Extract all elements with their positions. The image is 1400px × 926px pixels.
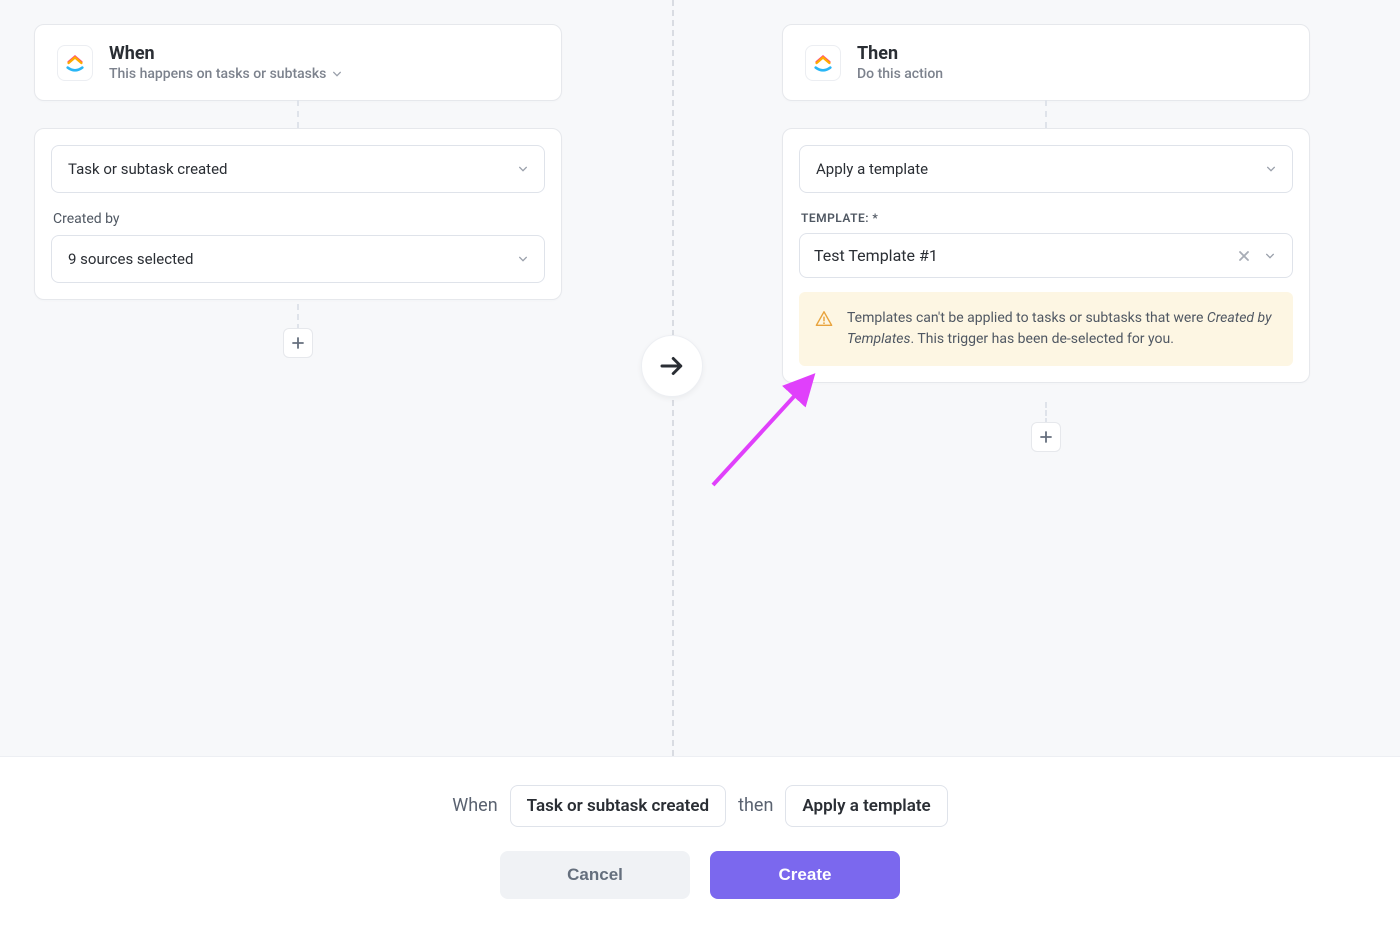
summary-when-label: When: [452, 795, 497, 816]
when-body-card: Task or subtask created Created by 9 sou…: [34, 128, 562, 300]
when-subtitle: This happens on tasks or subtasks: [109, 66, 326, 82]
then-title: Then: [857, 43, 943, 64]
warning-text-before: Templates can't be applied to tasks or s…: [847, 310, 1207, 326]
app-logo-icon: [57, 45, 93, 81]
chevron-down-icon: [1265, 251, 1275, 261]
connector-line: [1045, 402, 1047, 424]
created-by-value: 9 sources selected: [68, 250, 193, 268]
summary-then-pill[interactable]: Apply a template: [785, 785, 947, 827]
when-title: When: [109, 43, 342, 64]
connector-line: [297, 304, 299, 330]
chevron-down-icon: [518, 254, 528, 264]
chevron-down-icon: [332, 69, 342, 79]
created-by-select[interactable]: 9 sources selected: [51, 235, 545, 283]
template-label: TEMPLATE: *: [801, 211, 1293, 225]
add-condition-button[interactable]: [283, 328, 313, 358]
summary-when-pill[interactable]: Task or subtask created: [510, 785, 726, 827]
when-header-card: When This happens on tasks or subtasks: [34, 24, 562, 101]
then-header-card: Then Do this action: [782, 24, 1310, 101]
template-value: Test Template #1: [814, 246, 1226, 265]
footer: When Task or subtask created then Apply …: [0, 756, 1400, 926]
created-by-label: Created by: [53, 211, 545, 227]
arrow-circle: [641, 335, 703, 397]
connector-line: [1045, 100, 1047, 128]
template-warning: Templates can't be applied to tasks or s…: [799, 292, 1293, 366]
then-body-card: Apply a template TEMPLATE: * Test Templa…: [782, 128, 1310, 383]
when-subtitle-row[interactable]: This happens on tasks or subtasks: [109, 66, 342, 82]
plus-icon: [1039, 430, 1053, 444]
warning-icon: [815, 310, 833, 328]
template-select[interactable]: Test Template #1: [799, 233, 1293, 278]
then-subtitle: Do this action: [857, 66, 943, 82]
template-dropdown-chevron[interactable]: [1262, 248, 1278, 264]
arrow-right-icon: [657, 351, 687, 381]
summary-then-label: then: [738, 795, 773, 816]
automation-summary: When Task or subtask created then Apply …: [452, 785, 947, 827]
create-button[interactable]: Create: [710, 851, 900, 899]
cancel-button[interactable]: Cancel: [500, 851, 690, 899]
trigger-select[interactable]: Task or subtask created: [51, 145, 545, 193]
chevron-down-icon: [1266, 164, 1276, 174]
app-logo-icon: [805, 45, 841, 81]
add-action-button[interactable]: [1031, 422, 1061, 452]
chevron-down-icon: [518, 164, 528, 174]
trigger-select-value: Task or subtask created: [68, 160, 228, 178]
clear-template-button[interactable]: [1236, 248, 1252, 264]
close-icon: [1238, 250, 1250, 262]
connector-line: [297, 100, 299, 128]
plus-icon: [291, 336, 305, 350]
warning-text-after: . This trigger has been de-selected for …: [911, 331, 1174, 347]
action-select-value: Apply a template: [816, 160, 928, 178]
action-select[interactable]: Apply a template: [799, 145, 1293, 193]
